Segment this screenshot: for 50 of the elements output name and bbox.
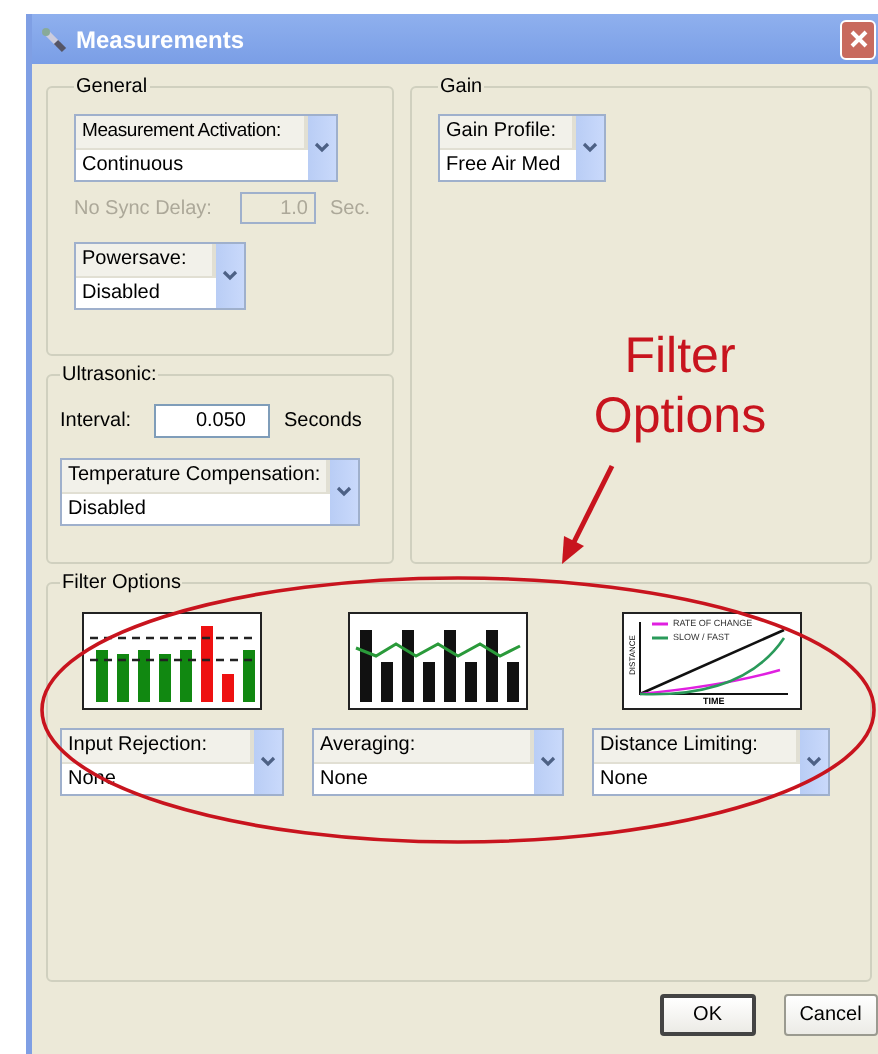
dropdown-arrow-button[interactable]: [800, 730, 828, 794]
dropdown-label: Measurement Activation:: [76, 116, 308, 150]
field-label: Interval:: [60, 409, 134, 431]
interval-field[interactable]: 0.050: [154, 403, 270, 437]
chevron-down-icon: [260, 756, 276, 768]
field-label: No Sync Delay:: [74, 197, 214, 219]
dropdown[interactable]: Measurement Activation: Continuous: [74, 114, 338, 182]
annotation-arrow: [562, 464, 615, 564]
group-title: Filter Options: [60, 572, 183, 594]
close-button[interactable]: [840, 19, 876, 59]
unit-label: Sec.: [329, 197, 370, 219]
annotation-text: Filter Options: [591, 326, 769, 446]
dropdown[interactable]: Averaging: None: [312, 728, 564, 796]
chevron-down-icon: [222, 270, 238, 282]
dropdown-value: None: [318, 766, 370, 794]
ok-button[interactable]: OK: [660, 994, 756, 1036]
chevron-down-icon: [806, 756, 822, 768]
dropdown-value: Free Air Med: [444, 152, 563, 180]
dropdown[interactable]: Powersave: Disabled: [74, 242, 246, 310]
group-title: General: [74, 76, 150, 98]
dropdown-arrow-button[interactable]: [254, 730, 282, 794]
close-icon: [849, 30, 867, 48]
dropdown-label: Distance Limiting:: [594, 730, 800, 764]
dropdown-arrow-button[interactable]: [576, 116, 604, 180]
probe-icon: [40, 25, 68, 53]
dropdown-label: Input Rejection:: [62, 730, 254, 764]
dropdown-label: Temperature Compensation:: [62, 460, 330, 494]
chevron-down-icon: [540, 756, 556, 768]
dropdown-value: Continuous: [80, 152, 186, 180]
chevron-down-icon: [314, 142, 330, 154]
unit-label: Seconds: [284, 409, 362, 431]
dropdown-label: Powersave:: [76, 244, 216, 278]
dropdown-arrow-button[interactable]: [216, 244, 244, 308]
chevron-down-icon: [582, 142, 598, 154]
dropdown-label: Gain Profile:: [440, 116, 576, 150]
dropdown[interactable]: Gain Profile: Free Air Med: [438, 114, 606, 182]
group-title: Ultrasonic:: [60, 364, 159, 386]
dropdown[interactable]: Temperature Compensation: Disabled: [60, 458, 360, 526]
dropdown-arrow-button[interactable]: [308, 116, 336, 180]
chevron-down-icon: [336, 486, 352, 498]
cancel-button[interactable]: Cancel: [783, 994, 878, 1036]
dropdown-value: None: [598, 766, 650, 794]
dropdown-label: Averaging:: [314, 730, 534, 764]
dropdown-arrow-button[interactable]: [330, 460, 358, 524]
dropdown-arrow-button[interactable]: [534, 730, 562, 794]
group-title: Gain: [438, 76, 485, 98]
dropdown-value: Disabled: [80, 280, 162, 308]
dropdown-value: Disabled: [66, 496, 148, 524]
window-title: Measurements: [76, 25, 247, 53]
dropdown[interactable]: Distance Limiting: None: [592, 728, 830, 796]
